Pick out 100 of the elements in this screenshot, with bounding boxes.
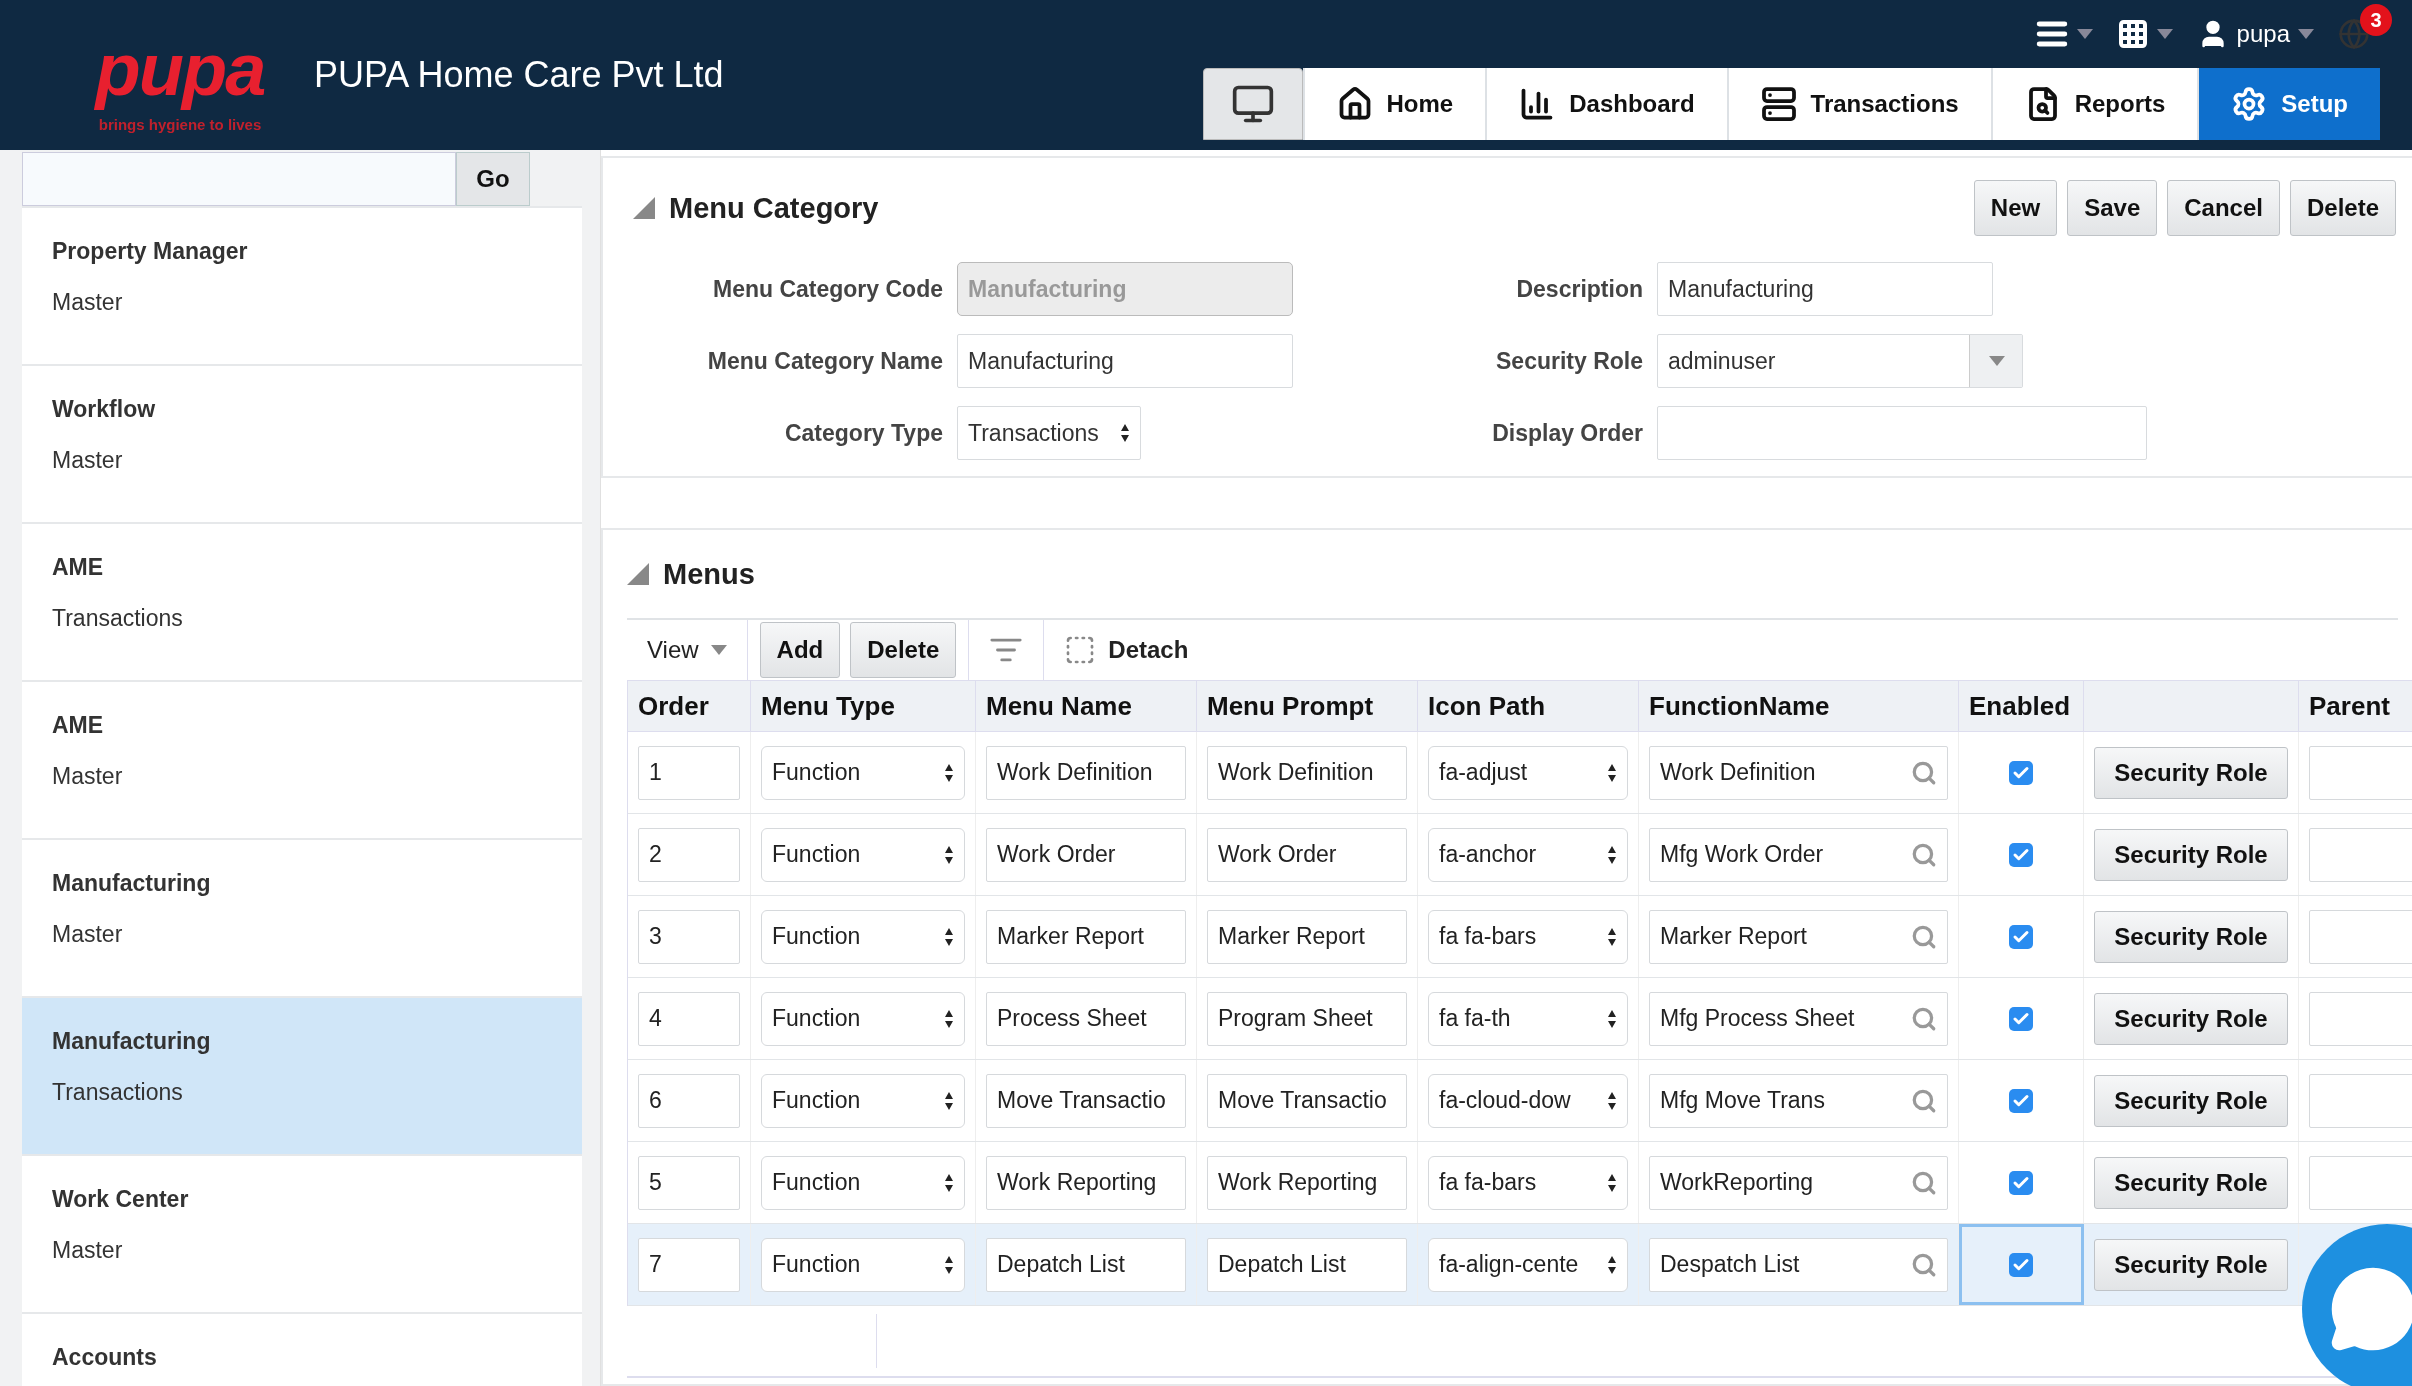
function-field[interactable]: Mfg Move Trans [1649,1073,1948,1128]
desktop-button[interactable] [1202,68,1303,140]
icon-path-select[interactable]: fa-adjust [1428,745,1628,800]
function-field[interactable]: Work Definition [1649,745,1948,800]
table-row[interactable]: 1 Function Work Definition Work Definition fa-adjust Work Definition Security Role [628,732,2412,814]
toolbar-button[interactable]: Delete [850,622,957,678]
sidebar-item[interactable]: Manufacturing Transactions [22,996,582,1154]
prompt-field[interactable]: Program Sheet [1207,991,1407,1046]
sidebar-item[interactable]: Manufacturing Master [22,838,582,996]
security-role-button[interactable]: Security Role [2094,1074,2288,1127]
nav-tab[interactable]: Reports [1990,68,2198,140]
prompt-field[interactable]: Work Definition [1207,745,1407,800]
function-field[interactable]: Mfg Process Sheet [1649,991,1948,1046]
text-field[interactable]: Manufacturing [1657,262,1993,316]
enabled-checkbox[interactable] [2009,842,2033,867]
grid-icon[interactable] [2116,18,2149,50]
nav-tab[interactable]: Setup [2197,68,2380,140]
form-button[interactable]: New [1973,180,2058,236]
security-role-button[interactable]: Security Role [2094,1238,2288,1291]
text-field[interactable] [1657,406,2147,460]
nav-tab[interactable]: Transactions [1726,68,1991,140]
name-field[interactable]: Marker Report [986,909,1186,964]
function-field[interactable]: Despatch List [1649,1237,1948,1292]
sidebar-item[interactable]: AME Master [22,680,582,838]
security-role-button[interactable]: Security Role [2094,828,2288,881]
type-select[interactable]: Function [761,991,965,1046]
security-role-button[interactable]: Security Role [2094,992,2288,1045]
icon-path-select[interactable]: fa fa-bars [1428,1155,1628,1210]
parent-field[interactable] [2309,991,2412,1046]
form-button[interactable]: Save [2067,180,2158,236]
table-row[interactable]: 7 Function Depatch List Depatch List fa-align-cente Despatch List Security Role [628,1224,2412,1306]
form-button[interactable]: Delete [2289,180,2396,236]
icon-path-select[interactable]: fa fa-bars [1428,909,1628,964]
name-field[interactable]: Work Order [986,827,1186,882]
prompt-field[interactable]: Move Transactio [1207,1073,1407,1128]
function-field[interactable]: WorkReporting [1649,1155,1948,1210]
name-field[interactable]: Move Transactio [986,1073,1186,1128]
collapse-icon[interactable] [633,197,655,219]
enabled-checkbox[interactable] [2009,1088,2033,1113]
nav-tab[interactable]: Dashboard [1485,68,1727,140]
dropdown-field[interactable]: adminuser [1657,334,2023,388]
collapse-icon[interactable] [627,563,649,585]
security-role-button[interactable]: Security Role [2094,1156,2288,1209]
nav-tab[interactable]: Home [1302,68,1486,140]
sidebar-item[interactable]: Accounts [22,1312,582,1386]
type-select[interactable]: Function [761,827,965,882]
table-row[interactable]: 2 Function Work Order Work Order fa-anchor Mfg Work Order Security Role [628,814,2412,896]
security-role-button[interactable]: Security Role [2094,910,2288,963]
security-role-button[interactable]: Security Role [2094,746,2288,799]
function-field[interactable]: Marker Report [1649,909,1948,964]
sidebar-item[interactable]: AME Transactions [22,522,582,680]
icon-path-select[interactable]: fa-cloud-dow [1428,1073,1628,1128]
type-select[interactable]: Function [761,909,965,964]
icon-path-select[interactable]: fa fa-th [1428,991,1628,1046]
enabled-checkbox[interactable] [2009,924,2033,949]
name-field[interactable]: Work Reporting [986,1155,1186,1210]
enabled-checkbox[interactable] [2009,1252,2033,1277]
parent-field[interactable] [2309,909,2412,964]
name-field[interactable]: Depatch List [986,1237,1186,1292]
order-field[interactable]: 1 [638,745,740,800]
enabled-checkbox[interactable] [2009,1006,2033,1031]
sidebar-item[interactable]: Work Center Master [22,1154,582,1312]
form-button[interactable]: Cancel [2167,180,2280,236]
prompt-field[interactable]: Work Reporting [1207,1155,1407,1210]
table-row[interactable]: 3 Function Marker Report Marker Report fa fa-bars Marker Report Security Role [628,896,2412,978]
table-row[interactable]: 5 Function Work Reporting Work Reporting fa fa-bars WorkReporting Security Role [628,1142,2412,1224]
go-button[interactable]: Go [456,152,530,206]
type-select[interactable]: Function [761,1155,965,1210]
detach-button[interactable]: Detach [1044,634,1209,666]
order-field[interactable]: 2 [638,827,740,882]
table-row[interactable]: 4 Function Process Sheet Program Sheet fa fa-th Mfg Process Sheet Security Role [628,978,2412,1060]
prompt-field[interactable]: Work Order [1207,827,1407,882]
user-name[interactable]: pupa [2236,20,2290,48]
icon-path-select[interactable]: fa-align-cente [1428,1237,1628,1292]
type-select[interactable]: Function [761,1237,965,1292]
globe-icon[interactable] [2338,18,2370,50]
prompt-field[interactable]: Marker Report [1207,909,1407,964]
parent-field[interactable] [2309,1155,2412,1210]
enabled-checkbox[interactable] [2009,760,2033,785]
icon-path-select[interactable]: fa-anchor [1428,827,1628,882]
function-field[interactable]: Mfg Work Order [1649,827,1948,882]
name-field[interactable]: Process Sheet [986,991,1186,1046]
parent-field[interactable] [2309,827,2412,882]
order-field[interactable]: 7 [638,1237,740,1292]
table-row[interactable]: 6 Function Move Transactio Move Transactio fa-cloud-dow Mfg Move Trans Security Role [628,1060,2412,1142]
select-field[interactable]: Transactions [957,406,1141,460]
sidebar-item[interactable]: Workflow Master [22,364,582,522]
toolbar-button[interactable]: Add [759,622,841,678]
parent-field[interactable] [2309,745,2412,800]
parent-field[interactable] [2309,1073,2412,1128]
search-field[interactable] [22,152,456,206]
order-field[interactable]: 3 [638,909,740,964]
type-select[interactable]: Function [761,745,965,800]
sidebar-item[interactable]: Property Manager Master [22,206,582,364]
order-field[interactable]: 4 [638,991,740,1046]
prompt-field[interactable]: Depatch List [1207,1237,1407,1292]
order-field[interactable]: 6 [638,1073,740,1128]
name-field[interactable]: Work Definition [986,745,1186,800]
type-select[interactable]: Function [761,1073,965,1128]
text-field[interactable]: Manufacturing [957,334,1293,388]
